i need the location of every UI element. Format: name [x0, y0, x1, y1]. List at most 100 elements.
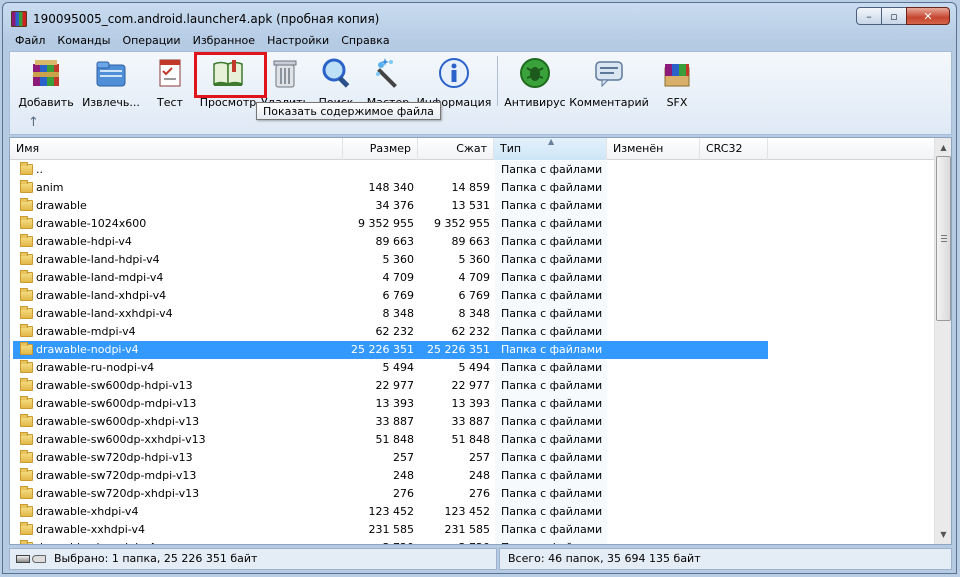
table-row[interactable]: drawable-land-xxhdpi-v4 8 348 8 348 Папка с…: [10, 305, 936, 323]
scroll-down-icon[interactable]: ▼: [936, 526, 951, 543]
file-name: drawable-ru-nodpi-v4: [36, 361, 155, 374]
table-row[interactable]: drawable-land-mdpi-v4 4 709 4 709 Папка с ф…: [10, 269, 936, 287]
comment-button[interactable]: Комментарий: [569, 54, 649, 109]
up-folder-icon[interactable]: ↑: [28, 115, 39, 130]
add-button[interactable]: Добавить: [18, 54, 74, 109]
table-row[interactable]: drawable-1024x600 9 352 955 9 352 955 Папка…: [10, 215, 936, 233]
file-type: Папка с файлами: [501, 487, 603, 500]
file-name: drawable-nodpi-v4: [36, 343, 139, 356]
file-name: drawable-sw600dp-xhdpi-v13: [36, 415, 200, 428]
wizard-button[interactable]: Мастер: [363, 54, 413, 109]
table-row[interactable]: anim 148 340 14 859 Папка с файлами: [10, 179, 936, 197]
table-row[interactable]: drawable-ru-nodpi-v4 5 494 5 494 Папка с фа…: [10, 359, 936, 377]
menu-commands[interactable]: Команды: [51, 32, 116, 50]
menu-favorites[interactable]: Избранное: [187, 32, 261, 50]
test-button[interactable]: Тест: [150, 54, 190, 109]
scroll-up-icon[interactable]: ▲: [936, 139, 951, 156]
extract-button[interactable]: Извлечь...: [82, 54, 140, 109]
file-packed: 33 887: [451, 415, 491, 428]
file-name: drawable-sw600dp-mdpi-v13: [36, 397, 197, 410]
table-row[interactable]: drawable-mdpi-v4 62 232 62 232 Папка с файл…: [10, 323, 936, 341]
table-row[interactable]: .. Папка с файлами: [10, 161, 936, 179]
table-row[interactable]: drawable-sw600dp-mdpi-v13 13 393 13 393 Пап…: [10, 395, 936, 413]
comment-icon: [592, 56, 626, 90]
file-size: 248: [393, 469, 414, 482]
info-icon: [437, 56, 471, 90]
file-packed: 9 352 955: [434, 217, 490, 230]
file-packed: 3 720: [424, 539, 491, 544]
folder-icon: [20, 216, 33, 229]
close-button[interactable]: ✕: [906, 7, 950, 25]
table-row[interactable]: drawable-sw600dp-xhdpi-v13 33 887 33 887 Па…: [10, 413, 936, 431]
menu-operations[interactable]: Операции: [116, 32, 186, 50]
table-row[interactable]: drawable-sw720dp-hdpi-v13 257 257 Папка с ф…: [10, 449, 936, 467]
scroll-thumb[interactable]: [936, 156, 951, 321]
folder-icon: [20, 288, 33, 301]
drive-icon[interactable]: [16, 555, 30, 563]
folder-icon: [20, 522, 33, 535]
file-size: 22 977: [375, 379, 415, 392]
title-bar[interactable]: 190095005_com.android.launcher4.apk (про…: [3, 3, 956, 33]
column-header-modified[interactable]: Изменён: [607, 138, 700, 160]
table-row[interactable]: drawable-xhdpi-v4 123 452 123 452 Папка с ф…: [10, 503, 936, 521]
vertical-scrollbar[interactable]: ▲ ▼: [934, 138, 951, 544]
table-row[interactable]: drawable-sw720dp-mdpi-v13 248 248 Папка с ф…: [10, 467, 936, 485]
file-packed: 22 977: [451, 379, 491, 392]
file-size: 231 585: [368, 523, 415, 536]
file-packed: 4 709: [458, 271, 491, 284]
delete-trash-icon: [268, 56, 302, 90]
table-row[interactable]: drawable-land-hdpi-v4 5 360 5 360 Папка с ф…: [10, 251, 936, 269]
winrar-app-icon[interactable]: [11, 11, 27, 27]
search-magnifier-icon: [319, 56, 353, 90]
file-packed: 62 232: [451, 325, 491, 338]
column-header-size[interactable]: Размер: [343, 138, 418, 160]
info-button[interactable]: Информация: [417, 54, 491, 109]
file-type: Папка с файлами: [501, 217, 603, 230]
file-size: 9 352 955: [358, 217, 414, 230]
file-name: drawable-sw600dp-xxhdpi-v13: [36, 433, 206, 446]
table-row[interactable]: drawable-zh-nodpi-v4 3 720 3 720 Папка с фа…: [10, 539, 936, 544]
file-name: drawable-land-xhdpi-v4: [36, 289, 167, 302]
add-label: Добавить: [18, 96, 74, 109]
file-name: drawable-sw720dp-xhdpi-v13: [36, 487, 200, 500]
key-icon[interactable]: [32, 555, 46, 563]
sfx-button[interactable]: SFX: [654, 54, 700, 109]
table-row[interactable]: drawable-nodpi-v4 25 226 351 25 226 351 Пап…: [10, 341, 936, 359]
file-size: 123 452: [368, 505, 415, 518]
file-packed: 13 393: [451, 397, 491, 410]
file-type: Папка с файлами: [501, 181, 603, 194]
file-size: 34 376: [375, 199, 415, 212]
column-header-name[interactable]: Имя: [10, 138, 343, 160]
folder-icon: [20, 486, 33, 499]
menu-settings[interactable]: Настройки: [261, 32, 335, 50]
menu-help[interactable]: Справка: [335, 32, 395, 50]
antivirus-button[interactable]: Антивирус: [504, 54, 566, 109]
file-type: Папка с файлами: [501, 253, 603, 266]
table-row[interactable]: drawable-xxhdpi-v4 231 585 231 585 Папка с …: [10, 521, 936, 539]
status-selected-text: Выбрано: 1 папка, 25 226 351 байт: [54, 552, 258, 565]
file-size: 13 393: [375, 397, 415, 410]
delete-button[interactable]: Удалить: [261, 54, 309, 109]
sort-ascending-icon: ▲: [548, 137, 555, 146]
menu-file[interactable]: Файл: [9, 32, 51, 50]
file-type: Папка с файлами: [501, 343, 603, 356]
file-packed: 5 360: [458, 253, 491, 266]
table-row[interactable]: drawable-sw600dp-hdpi-v13 22 977 22 977 Пап…: [10, 377, 936, 395]
folder-icon: [20, 342, 33, 355]
column-header-packed[interactable]: Сжат: [418, 138, 494, 160]
table-row[interactable]: drawable-land-xhdpi-v4 6 769 6 769 Папка с …: [10, 287, 936, 305]
file-type: Папка с файлами: [501, 379, 603, 392]
table-row[interactable]: drawable-hdpi-v4 89 663 89 663 Папка с файл…: [10, 233, 936, 251]
table-row[interactable]: drawable-sw720dp-xhdpi-v13 276 276 Папка с …: [10, 485, 936, 503]
antivirus-bug-icon: [518, 56, 552, 90]
table-row[interactable]: drawable 34 376 13 531 Папка с файлами: [10, 197, 936, 215]
column-header-crc[interactable]: CRC32: [700, 138, 768, 160]
column-headers: Имя Размер Сжат Тип Изменён CRC32 ▲: [10, 138, 936, 160]
file-type: Папка с файлами: [501, 433, 603, 446]
search-button[interactable]: Поиск: [315, 54, 357, 109]
maximize-button[interactable]: ▫: [881, 7, 907, 25]
file-packed: 6 769: [458, 289, 491, 302]
file-name: drawable-xxhdpi-v4: [36, 523, 145, 536]
minimize-button[interactable]: –: [856, 7, 882, 25]
table-row[interactable]: drawable-sw600dp-xxhdpi-v13 51 848 51 848 П…: [10, 431, 936, 449]
